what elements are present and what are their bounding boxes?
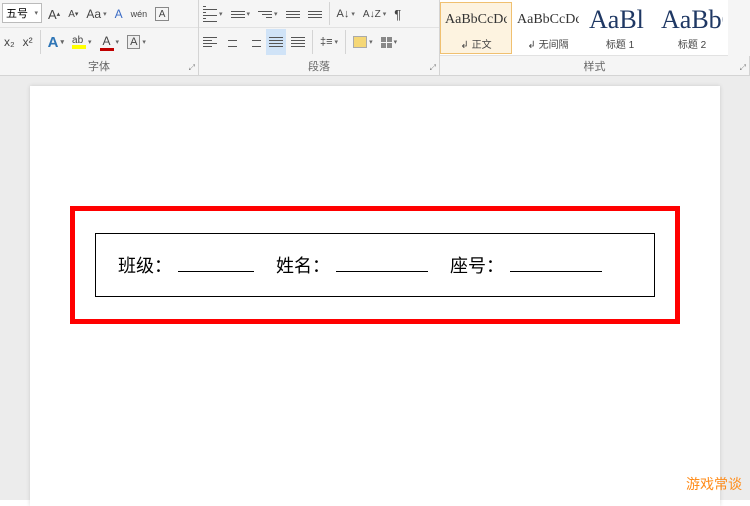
style-preview: AaBl xyxy=(589,5,651,36)
char-border-button[interactable]: A xyxy=(152,1,172,27)
phonetic-guide-button[interactable]: wén xyxy=(128,1,151,27)
style-item[interactable]: AaBl标题 1 xyxy=(584,2,656,54)
style-name: 标题 1 xyxy=(589,36,651,51)
field-class-blank[interactable] xyxy=(178,254,254,272)
font-color-button[interactable]: A xyxy=(97,29,123,55)
sort-button[interactable]: A↓Z xyxy=(360,1,389,27)
align-center-button[interactable] xyxy=(222,29,242,55)
change-case-button[interactable]: Aa xyxy=(83,1,109,27)
style-preview: AaBbCcDc xyxy=(445,5,507,36)
grow-font-button[interactable]: A▴ xyxy=(45,1,63,27)
highlight-button[interactable]: ab xyxy=(69,29,95,55)
field-name-blank[interactable] xyxy=(336,254,428,272)
text-direction-button[interactable]: A↓ xyxy=(334,1,358,27)
style-name: ↲ 正文 xyxy=(445,36,507,51)
field-class-label: 班级： xyxy=(118,252,172,278)
paragraph-group-label: 段落⤢ xyxy=(199,56,440,75)
numbering-button[interactable] xyxy=(228,1,254,27)
text-effects-button[interactable]: A xyxy=(45,29,67,55)
style-name: 标题 2 xyxy=(661,36,723,51)
selection-highlight: 班级： 姓名： 座号： xyxy=(70,206,680,324)
bullets-button[interactable] xyxy=(200,1,226,27)
watermark-text: 游戏常谈 xyxy=(686,474,742,494)
multilevel-button[interactable] xyxy=(255,1,281,27)
field-seat-blank[interactable] xyxy=(510,254,602,272)
align-left-button[interactable] xyxy=(200,29,220,55)
document-area: 班级： 姓名： 座号： xyxy=(0,76,750,500)
form-textbox[interactable]: 班级： 姓名： 座号： xyxy=(95,233,655,297)
styles-launcher-icon[interactable]: ⤢ xyxy=(740,63,746,73)
page[interactable]: 班级： 姓名： 座号： xyxy=(30,86,720,506)
style-item[interactable]: AaBbCcDc↲ 正文 xyxy=(440,2,512,54)
styles-group-label: 样式⤢ xyxy=(440,56,750,75)
field-name-label: 姓名： xyxy=(276,252,330,278)
shrink-font-button[interactable]: A▾ xyxy=(65,1,81,27)
styles-gallery[interactable]: AaBbCcDc↲ 正文AaBbCcDc↲ 无间隔AaBl标题 1AaBbC标题… xyxy=(440,0,728,56)
align-right-button[interactable] xyxy=(244,29,264,55)
superscript-button[interactable]: x² xyxy=(20,29,36,55)
font-size-combo[interactable]: 五号▾ xyxy=(2,3,42,23)
style-preview: AaBbC xyxy=(661,5,723,36)
shading-button[interactable] xyxy=(350,29,376,55)
distribute-button[interactable] xyxy=(288,29,308,55)
style-item[interactable]: AaBbC标题 2 xyxy=(656,2,728,54)
style-item[interactable]: AaBbCcDc↲ 无间隔 xyxy=(512,2,584,54)
indent-increase-button[interactable] xyxy=(305,1,325,27)
style-name: ↲ 无间隔 xyxy=(517,36,579,51)
field-seat-label: 座号： xyxy=(450,252,504,278)
line-spacing-button[interactable]: ‡≡ xyxy=(317,29,341,55)
justify-button[interactable] xyxy=(266,29,286,55)
char-shading-button[interactable]: A xyxy=(124,29,149,55)
subscript-button[interactable]: x₂ xyxy=(1,29,18,55)
clear-format-button[interactable]: A xyxy=(112,1,126,27)
font-launcher-icon[interactable]: ⤢ xyxy=(189,63,195,73)
paragraph-launcher-icon[interactable]: ⤢ xyxy=(430,63,436,73)
borders-button[interactable] xyxy=(378,29,401,55)
show-marks-button[interactable]: ¶ xyxy=(391,1,404,27)
style-preview: AaBbCcDc xyxy=(517,5,579,36)
font-group-label: 字体⤢ xyxy=(0,56,199,75)
indent-decrease-button[interactable] xyxy=(283,1,303,27)
